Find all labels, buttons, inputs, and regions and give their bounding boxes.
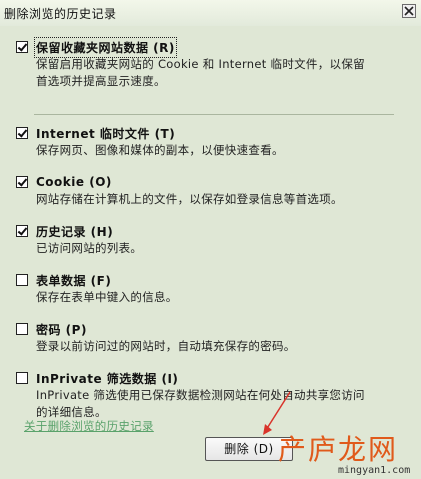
option-label[interactable]: 表单数据 (F) [36,272,111,289]
option-cookies: Cookie (O) 网站存储在计算机上的文件，以保存如登录信息等首选项。 [16,173,411,208]
option-description: 保留启用收藏夹网站的 Cookie 和 Internet 临时文件，以保留 [36,57,365,71]
passwords-checkbox[interactable] [16,323,28,335]
close-button[interactable] [402,4,416,18]
preserve-favorites-checkbox[interactable] [16,41,28,53]
option-description: 网站存储在计算机上的文件，以保存如登录信息等首选项。 [36,192,343,206]
option-description: 保存网页、图像和媒体的副本，以便快速查看。 [36,143,284,157]
option-description: 保存在表单中键入的信息。 [36,290,178,304]
option-form-data: 表单数据 (F) 保存在表单中键入的信息。 [16,271,411,306]
option-inprivate: InPrivate 筛选数据 (I) InPrivate 筛选使用已保存数据检测… [16,369,411,421]
option-description: 首选项并提高显示速度。 [36,74,166,88]
watermark-url: mingyan1.com [338,465,411,476]
option-description: 登录以前访问过的网站时，自动填充保存的密码。 [36,339,296,353]
temporary-files-checkbox[interactable] [16,127,28,139]
inprivate-checkbox[interactable] [16,372,28,384]
option-history: 历史记录 (H) 已访问网站的列表。 [16,222,411,257]
window-title: 删除浏览的历史记录 [4,7,117,21]
title-bar: 删除浏览的历史记录 [0,0,421,27]
history-checkbox[interactable] [16,225,28,237]
about-delete-history-link[interactable]: 关于删除浏览的历史记录 [24,418,154,434]
close-icon [404,6,414,16]
watermark-text: 产庐龙网 [278,433,399,466]
option-description: 已访问网站的列表。 [36,241,143,255]
option-label[interactable]: 历史记录 (H) [36,223,113,240]
option-temporary-files: Internet 临时文件 (T) 保存网页、图像和媒体的副本，以便快速查看。 [16,124,411,159]
option-label[interactable]: InPrivate 筛选数据 (I) [36,370,178,387]
option-label[interactable]: Internet 临时文件 (T) [36,125,175,142]
option-label[interactable]: 保留收藏夹网站数据 (R) [34,36,177,58]
option-preserve-favorites: 保留收藏夹网站数据 (R) 保留启用收藏夹网站的 Cookie 和 Intern… [16,36,411,90]
option-label[interactable]: Cookie (O) [36,175,112,189]
option-description: InPrivate 筛选使用已保存数据检测网站在何处自动共享您访问 [36,388,365,402]
divider [34,114,394,115]
watermark: 产庐龙网 mingyan1.com [278,428,421,479]
cookies-checkbox[interactable] [16,176,28,188]
form-data-checkbox[interactable] [16,274,28,286]
option-passwords: 密码 (P) 登录以前访问过的网站时，自动填充保存的密码。 [16,320,411,355]
option-label[interactable]: 密码 (P) [36,321,87,338]
dialog-content: 保留收藏夹网站数据 (R) 保留启用收藏夹网站的 Cookie 和 Intern… [0,26,421,479]
